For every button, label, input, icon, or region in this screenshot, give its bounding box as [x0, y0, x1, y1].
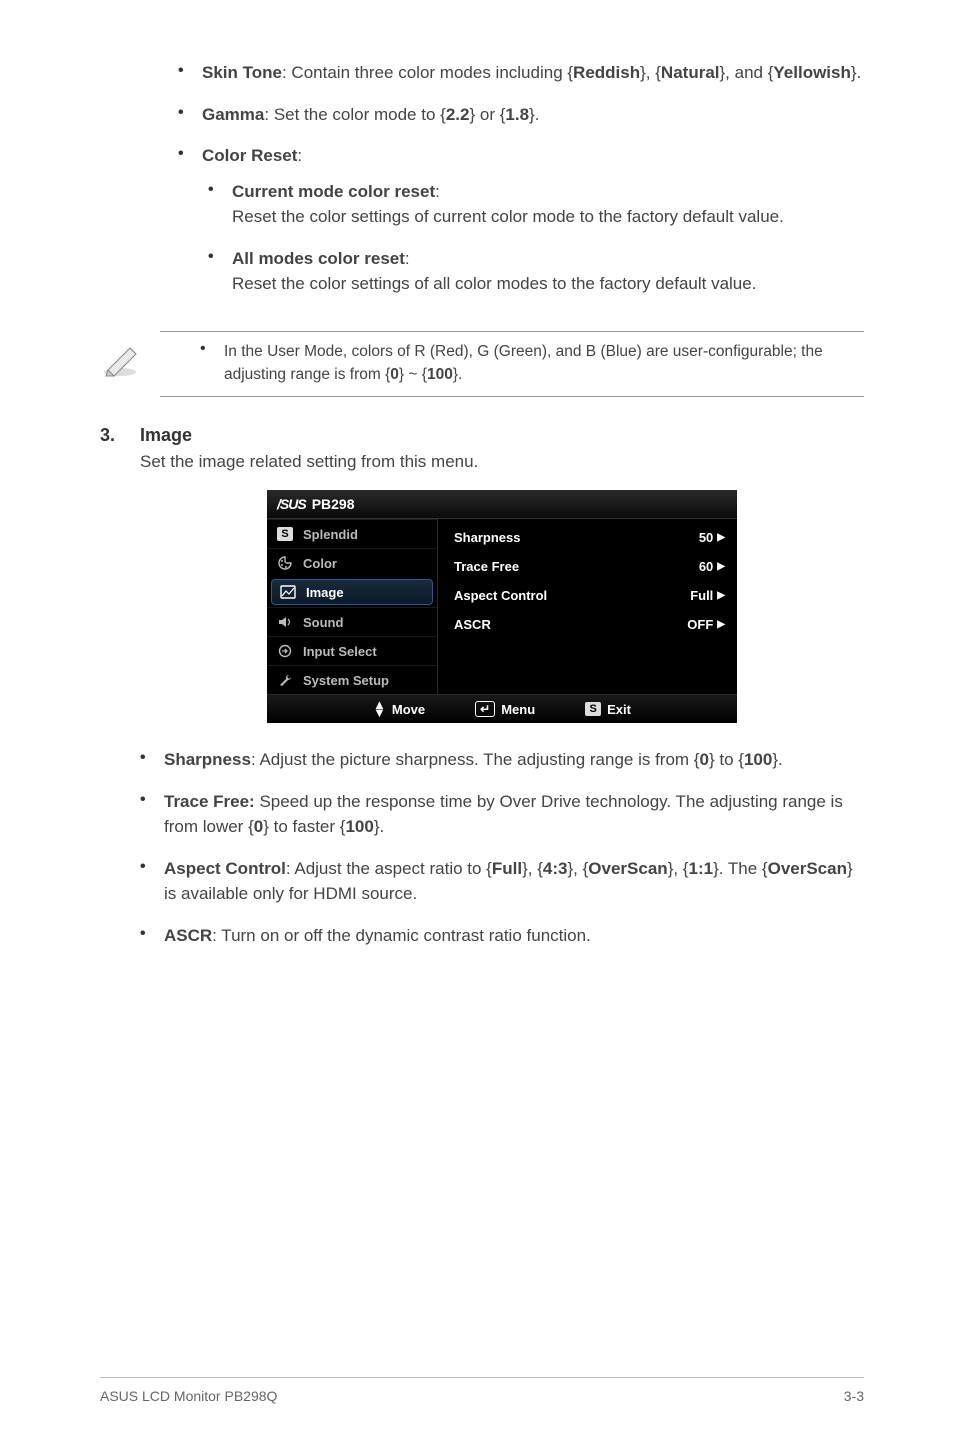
skin-tone-label: Skin Tone: [202, 63, 282, 82]
bullet-icon: [140, 789, 164, 840]
bullet-icon: [140, 923, 164, 949]
row-sharpness[interactable]: Sharpness 50▶: [450, 523, 729, 552]
footer-right: 3-3: [844, 1388, 864, 1404]
menu-color[interactable]: Color: [267, 548, 437, 577]
triangle-right-icon: ▶: [717, 590, 725, 601]
bullet-icon: [140, 856, 164, 907]
input-icon: [275, 643, 295, 659]
bullet-icon: [200, 340, 224, 358]
sub-text: All modes color reset: Reset the color s…: [232, 246, 756, 297]
section-image: 3. Image Set the image related setting f…: [100, 425, 864, 964]
menu-system-setup[interactable]: System Setup: [267, 665, 437, 694]
osd-model: PB298: [312, 496, 355, 512]
bullet-icon: [178, 143, 202, 169]
osd-menu: /SUS PB298 S Splendid Color: [267, 490, 737, 723]
image-icon: [278, 584, 298, 600]
bullet-icon: [208, 179, 232, 230]
bullet-text: Color Reset:: [202, 143, 302, 169]
bullet-ascr: ASCR: Turn on or off the dynamic contras…: [140, 923, 864, 949]
menu-sound[interactable]: Sound: [267, 607, 437, 636]
note-text: In the User Mode, colors of R (Red), G (…: [224, 340, 864, 387]
top-bullet-list: Skin Tone: Contain three color modes inc…: [178, 60, 864, 313]
note-block: In the User Mode, colors of R (Red), G (…: [160, 331, 864, 398]
sub-text: Current mode color reset: Reset the colo…: [232, 179, 784, 230]
bullet-icon: [178, 102, 202, 128]
splendid-icon: S: [275, 526, 295, 542]
asus-logo-icon: /SUS: [277, 496, 306, 512]
osd-right-panel: Sharpness 50▶ Trace Free 60▶ Aspect Cont…: [438, 519, 737, 694]
menu-splendid[interactable]: S Splendid: [267, 519, 437, 548]
bullet-aspect: Aspect Control: Adjust the aspect ratio …: [140, 856, 864, 907]
triangle-right-icon: ▶: [717, 561, 725, 572]
bullet-text: Gamma: Set the color mode to {2.2} or {1…: [202, 102, 539, 128]
bullet-icon: [140, 747, 164, 773]
bullet-gamma: Gamma: Set the color mode to {2.2} or {1…: [178, 102, 864, 128]
menu-image[interactable]: Image: [271, 579, 433, 605]
page-footer: ASUS LCD Monitor PB298Q 3-3: [100, 1377, 864, 1404]
bullet-tracefree: Trace Free: Speed up the response time b…: [140, 789, 864, 840]
section-number: 3.: [100, 425, 140, 964]
bullet-text: Skin Tone: Contain three color modes inc…: [202, 60, 861, 86]
bullet-color-reset: Color Reset: Current mode color reset: R…: [178, 143, 864, 313]
section-title: Image: [140, 425, 864, 446]
footer-left: ASUS LCD Monitor PB298Q: [100, 1388, 277, 1404]
bullet-skin-tone: Skin Tone: Contain three color modes inc…: [178, 60, 864, 86]
updown-icon: ▲▼: [373, 701, 386, 717]
enter-icon: ↵: [475, 701, 495, 717]
osd-left-panel: S Splendid Color: [267, 519, 438, 694]
triangle-right-icon: ▶: [717, 532, 725, 543]
osd-footer: ▲▼ Move ↵ Menu S Exit: [267, 694, 737, 723]
row-ascr[interactable]: ASCR OFF▶: [450, 610, 729, 639]
palette-icon: [275, 555, 295, 571]
footer-menu[interactable]: ↵ Menu: [475, 701, 535, 717]
sub-bullet-current-mode: Current mode color reset: Reset the colo…: [208, 179, 864, 230]
bullet-sharpness: Sharpness: Adjust the picture sharpness.…: [140, 747, 864, 773]
section-desc: Set the image related setting from this …: [140, 452, 864, 472]
menu-input-select[interactable]: Input Select: [267, 636, 437, 665]
s-badge-icon: S: [585, 702, 601, 716]
row-aspect[interactable]: Aspect Control Full▶: [450, 581, 729, 610]
wrench-icon: [275, 672, 295, 688]
pencil-note-icon: [100, 340, 160, 383]
sub-bullet-all-modes: All modes color reset: Reset the color s…: [208, 246, 864, 297]
bullet-icon: [178, 60, 202, 86]
lower-bullet-list: Sharpness: Adjust the picture sharpness.…: [140, 747, 864, 948]
osd-titlebar: /SUS PB298: [267, 490, 737, 519]
bullet-icon: [208, 246, 232, 297]
triangle-right-icon: ▶: [717, 619, 725, 630]
footer-exit[interactable]: S Exit: [585, 701, 631, 717]
footer-move[interactable]: ▲▼ Move: [373, 701, 425, 717]
row-tracefree[interactable]: Trace Free 60▶: [450, 552, 729, 581]
speaker-icon: [275, 614, 295, 630]
